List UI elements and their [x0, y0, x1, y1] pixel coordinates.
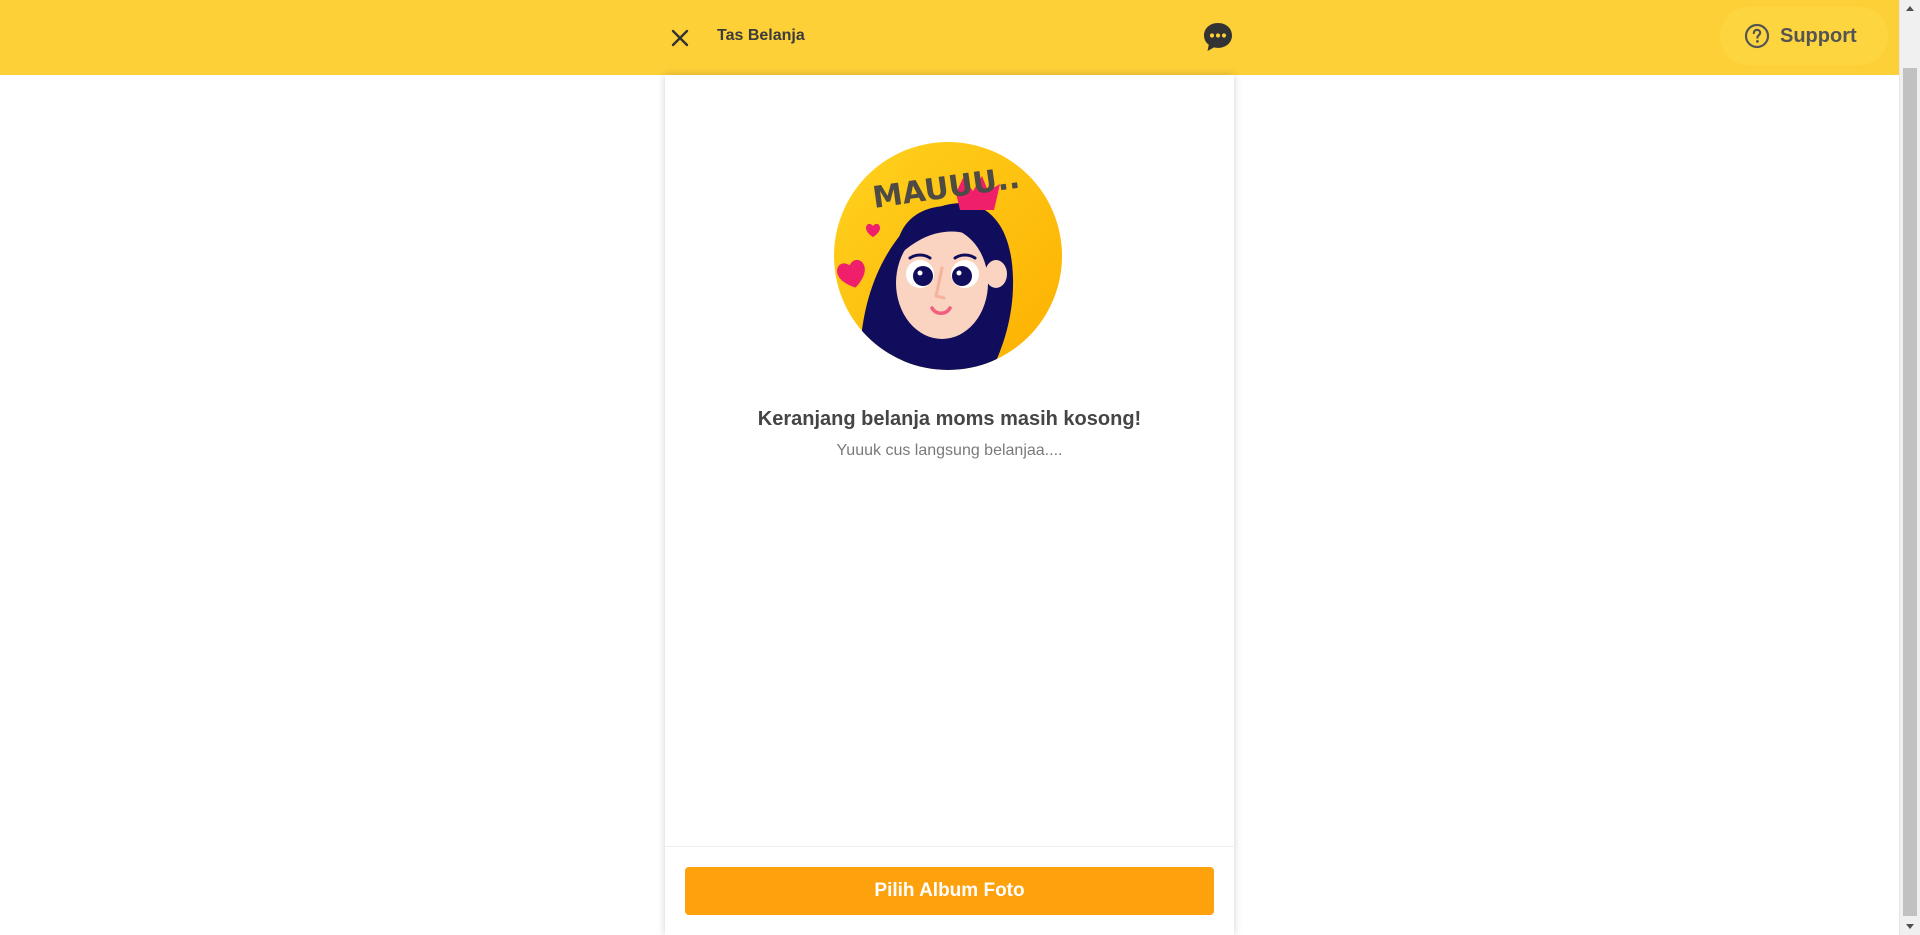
- footer-divider: [665, 846, 1234, 847]
- question-circle-icon: [1744, 23, 1770, 49]
- empty-cart-subtitle: Yuuuk cus langsung belanjaa....: [836, 442, 1063, 459]
- scrollbar-thumb[interactable]: [1903, 68, 1917, 916]
- scroll-down-arrow-icon[interactable]: [1900, 918, 1920, 935]
- support-button[interactable]: Support: [1720, 7, 1888, 65]
- top-app-bar: Tas Belanja Support: [0, 0, 1899, 75]
- chat-bubble-icon: [1204, 23, 1232, 51]
- empty-cart-illustration: MAUUU..: [834, 142, 1062, 370]
- chat-button[interactable]: [1201, 20, 1235, 54]
- close-button[interactable]: [665, 23, 695, 53]
- scroll-up-arrow-icon[interactable]: [1900, 0, 1920, 17]
- close-icon: [671, 29, 689, 47]
- choose-album-button[interactable]: Pilih Album Foto: [685, 867, 1214, 915]
- support-label: Support: [1780, 24, 1857, 47]
- empty-cart-title: Keranjang belanja moms masih kosong!: [757, 408, 1142, 430]
- page-title: Tas Belanja: [717, 27, 805, 44]
- vertical-scrollbar[interactable]: [1899, 0, 1920, 935]
- cart-panel: MAUUU.. Keranjang belanja moms masih kos…: [665, 75, 1234, 935]
